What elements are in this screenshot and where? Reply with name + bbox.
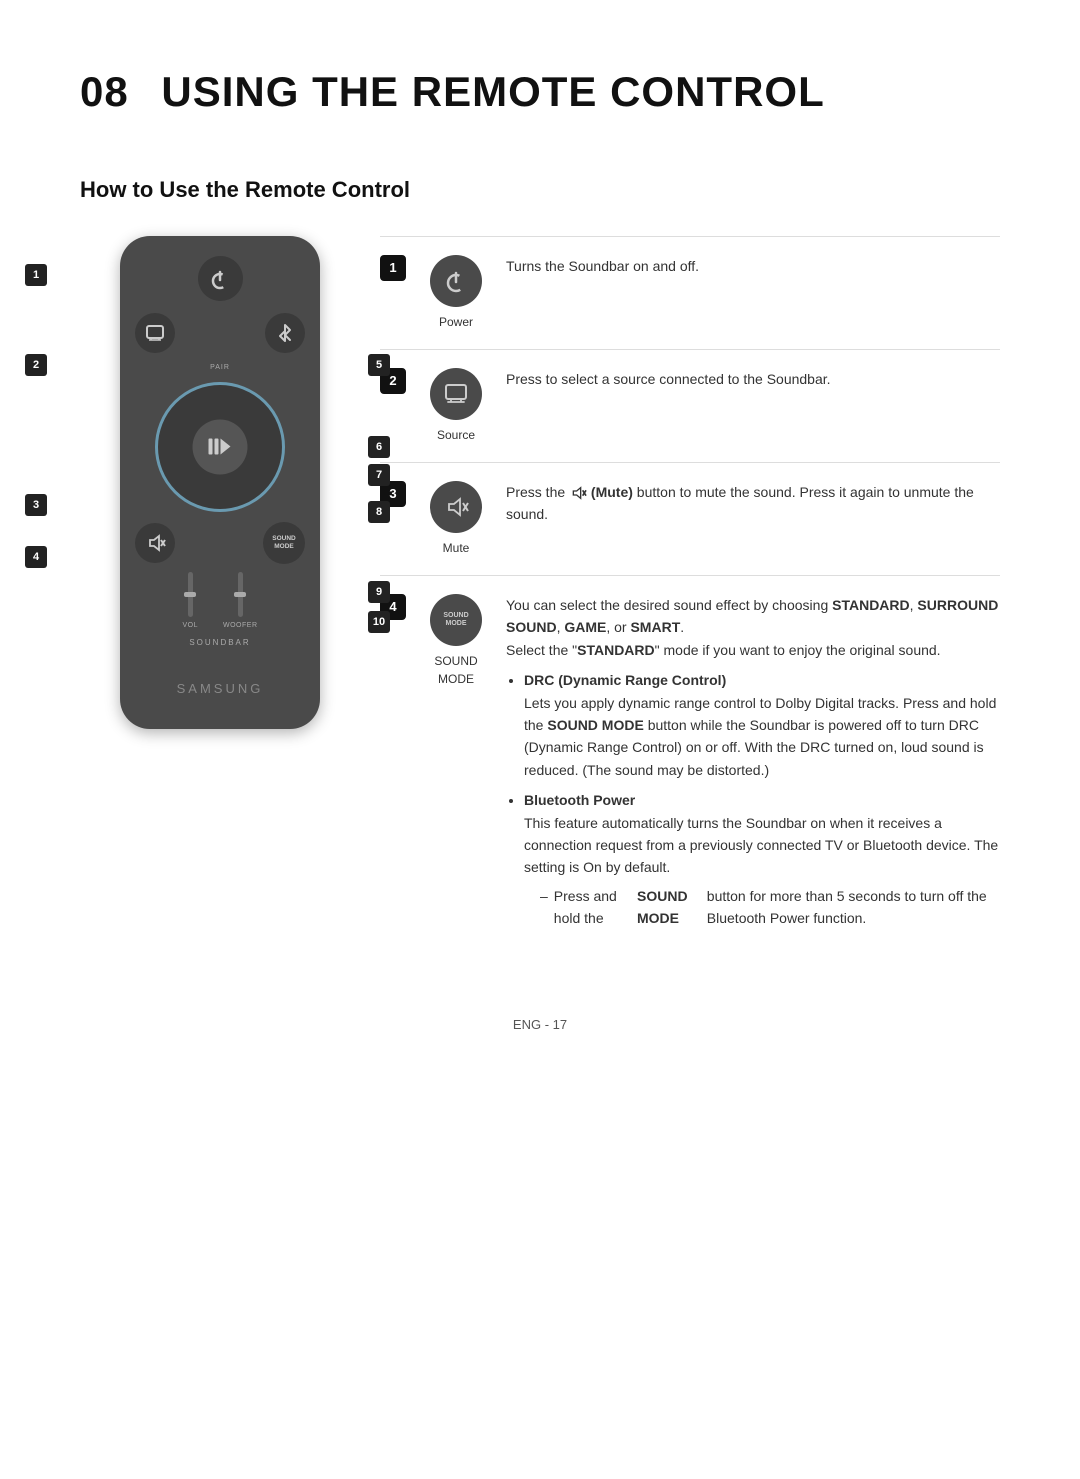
- vol-slider-track: [188, 572, 193, 617]
- badge-9: 9: [368, 581, 390, 603]
- desc-icon-source: Source: [421, 368, 491, 444]
- bluetooth-icon: [277, 323, 293, 343]
- soundbar-label: SOUNDBAR: [135, 637, 305, 649]
- dpad: [155, 382, 285, 512]
- desc-soundmode-button: SOUNDMODE: [430, 594, 482, 646]
- bullet-bluetooth-power: Bluetooth Power This feature automatical…: [524, 789, 1000, 929]
- remote-label-9: 9: [368, 581, 390, 603]
- desc-power-label: Power: [439, 313, 473, 331]
- page-title: 08 USING THE REMOTE CONTROL: [80, 60, 1000, 123]
- desc-icon-mute: Mute: [421, 481, 491, 557]
- play-pause-icon: [208, 437, 232, 457]
- badge-4: 4: [25, 546, 47, 568]
- desc-text-source: Press to select a source connected to th…: [506, 368, 1000, 390]
- vol-slider-col: VOL: [182, 572, 198, 632]
- desc-row-power: 1 Power Turns the Soundbar on and off.: [380, 236, 1000, 349]
- remote-label-8: 8: [368, 501, 390, 523]
- desc-icon-soundmode: SOUNDMODE SOUND MODE: [421, 594, 491, 688]
- desc-power-button: [430, 255, 482, 307]
- desc-mute-label: Mute: [443, 539, 470, 557]
- desc-source-button: [430, 368, 482, 420]
- play-pause-button[interactable]: [193, 419, 248, 474]
- vol-label: VOL: [182, 621, 198, 632]
- mute-soundmode-row: SOUNDMODE: [135, 522, 305, 564]
- remote-label-6: 6: [368, 436, 390, 458]
- power-icon: [209, 268, 231, 290]
- woofer-slider-track: [238, 572, 243, 617]
- desc-row-source: 2 Source Press to select a source connec…: [380, 349, 1000, 462]
- remote-label-2: 2: [25, 354, 47, 376]
- desc-power-icon: [443, 268, 469, 294]
- source-button[interactable]: [135, 313, 175, 353]
- bullet-drc: DRC (Dynamic Range Control) Lets you app…: [524, 669, 1000, 781]
- pair-label: PAIR: [135, 363, 305, 374]
- mute-icon: [144, 533, 166, 553]
- desc-text-soundmode: You can select the desired sound effect …: [506, 594, 1000, 937]
- vol-slider-thumb: [184, 592, 196, 597]
- badge-5: 5: [368, 354, 390, 376]
- desc-row-soundmode: 4 SOUNDMODE SOUND MODE You can select th…: [380, 575, 1000, 955]
- woofer-slider-thumb: [234, 592, 246, 597]
- button-descriptions: 1 Power Turns the Soundbar on and off. 2: [380, 236, 1000, 955]
- desc-text-power: Turns the Soundbar on and off.: [506, 255, 1000, 277]
- remote-control-diagram: 1 2 3 4 5 6 7 8 9 10: [80, 236, 360, 729]
- power-button-area: [135, 256, 305, 301]
- sub-item-soundmode-hold: Press and hold the SOUND MODE button for…: [540, 885, 1000, 930]
- section-title: How to Use the Remote Control: [80, 173, 1000, 206]
- bluetooth-button[interactable]: [265, 313, 305, 353]
- woofer-label: WOOFER: [223, 621, 258, 632]
- remote-label-7: 7: [368, 464, 390, 486]
- content-area: 1 2 3 4 5 6 7 8 9 10: [80, 236, 1000, 955]
- desc-source-icon: [443, 383, 469, 405]
- power-button[interactable]: [198, 256, 243, 301]
- source-icon: [145, 324, 165, 342]
- remote-label-3: 3: [25, 494, 47, 516]
- woofer-slider-col: WOOFER: [223, 572, 258, 632]
- desc-icon-power: Power: [421, 255, 491, 331]
- remote-label-5: 5: [368, 354, 390, 376]
- inline-mute-icon: [569, 485, 587, 501]
- remote-label-10: 10: [368, 611, 390, 633]
- badge-8: 8: [368, 501, 390, 523]
- sound-mode-button[interactable]: SOUNDMODE: [263, 522, 305, 564]
- desc-row-mute: 3 Mute Press the (Mute) button to mute t…: [380, 462, 1000, 575]
- desc-source-label: Source: [437, 426, 475, 444]
- source-bt-row: [135, 313, 305, 353]
- remote-label-1: 1: [25, 264, 47, 286]
- badge-3: 3: [25, 494, 47, 516]
- desc-mute-button: [430, 481, 482, 533]
- desc-num-1: 1: [380, 255, 406, 281]
- badge-2: 2: [25, 354, 47, 376]
- badge-1: 1: [25, 264, 47, 286]
- desc-text-mute: Press the (Mute) button to mute the soun…: [506, 481, 1000, 526]
- footer-page-number: ENG - 17: [80, 1015, 1000, 1035]
- mute-button[interactable]: [135, 523, 175, 563]
- desc-mute-icon: [443, 495, 469, 519]
- samsung-label: SAMSUNG: [135, 679, 305, 699]
- remote-body: PAIR: [120, 236, 320, 729]
- badge-7: 7: [368, 464, 390, 486]
- badge-6: 6: [368, 436, 390, 458]
- sliders-row: VOL WOOFER: [135, 572, 305, 632]
- desc-soundmode-label: SOUND MODE: [421, 652, 491, 688]
- badge-10: 10: [368, 611, 390, 633]
- remote-label-4: 4: [25, 546, 47, 568]
